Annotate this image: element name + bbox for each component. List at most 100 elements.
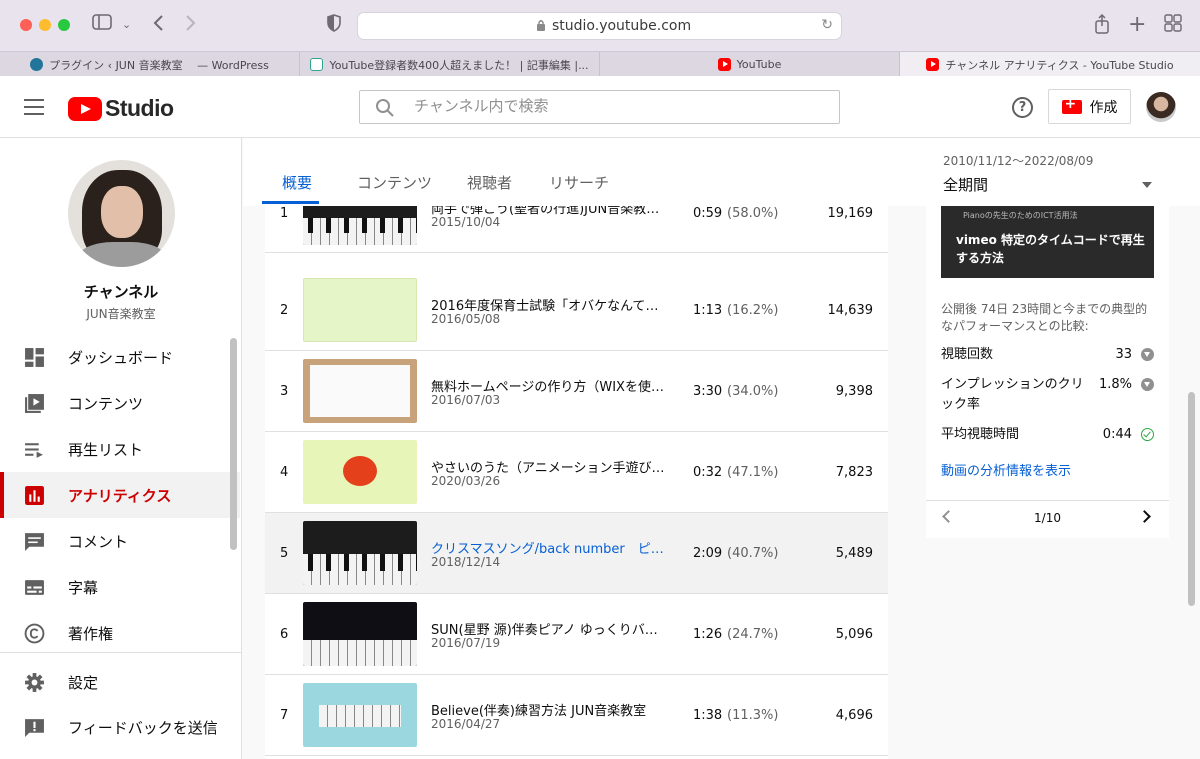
browser-tab-strip: プラグイン ‹ JUN 音楽教室 — WordPress YouTube登録者数…: [0, 51, 1200, 77]
analytics-tabs: 概要 コンテンツ 視聴者 リサーチ 2010/11/12〜2022/08/09 …: [243, 138, 1200, 206]
sidebar-item-label: コメント: [68, 532, 129, 551]
avg-view-percent: (47.1%): [727, 465, 779, 480]
latest-video-thumbnail[interactable]: Pianoの先生のためのICT活用法 vimeo 特定のタイムコードで再生する方…: [941, 206, 1154, 278]
avg-view-percent: (16.2%): [727, 303, 779, 318]
table-row[interactable]: 5 クリスマスソング/back number ピアノ... 2018/12/14…: [265, 513, 888, 594]
sidebar-item-subtitles[interactable]: 字幕: [0, 564, 240, 610]
comparison-description: 公開後 74日 23時間と今までの典型的なパフォーマンスとの比較:: [941, 302, 1148, 333]
forward-icon[interactable]: [185, 14, 197, 38]
table-row[interactable]: 2 2016年度保育士試験「オバケなんてない... 2016/05/08 1:1…: [265, 270, 888, 351]
youtube-studio-logo[interactable]: Studio: [68, 95, 174, 122]
view-count: 14,639: [827, 303, 874, 318]
avg-view-percent: (40.7%): [727, 546, 779, 561]
close-window-button[interactable]: [20, 19, 32, 31]
share-icon[interactable]: [1094, 13, 1110, 40]
dashboard-icon: [25, 347, 44, 367]
thumbnail-caption: Pianoの先生のためのICT活用法: [963, 211, 1078, 220]
channel-search[interactable]: [359, 90, 840, 124]
metric-value: 1.8%: [1098, 377, 1132, 392]
latest-video-title: vimeo 特定のタイムコードで再生する方法: [956, 233, 1145, 265]
chevron-down-icon[interactable]: ⌄: [122, 14, 131, 36]
avg-view-percent: (24.7%): [727, 627, 779, 642]
main-scrollbar[interactable]: [1188, 392, 1195, 606]
view-count: 5,096: [835, 627, 873, 642]
main-content: 概要 コンテンツ 視聴者 リサーチ 2010/11/12〜2022/08/09 …: [243, 138, 1200, 759]
sidebar-item-content[interactable]: コンテンツ: [0, 380, 240, 426]
sidebar-item-label: フィードバックを送信: [68, 718, 218, 737]
sidebar-item-copyright[interactable]: 著作権: [0, 610, 240, 656]
tab-overview-icon[interactable]: [1164, 14, 1182, 38]
view-count: 19,169: [827, 206, 874, 221]
browser-tab-article-edit[interactable]: YouTube登録者数400人超えました！ | 記事編集 |...: [300, 52, 600, 77]
video-date: 2020/03/26: [431, 474, 501, 488]
sidebar-item-label: 再生リスト: [68, 440, 144, 459]
sidebar-item-comments[interactable]: コメント: [0, 518, 240, 564]
arrow-down-icon: [1141, 378, 1154, 391]
copyright-icon: [24, 623, 45, 643]
dropdown-arrow-icon: [1142, 182, 1152, 188]
date-range-selector[interactable]: 2010/11/12〜2022/08/09 全期間: [943, 152, 1163, 194]
back-icon[interactable]: [152, 14, 164, 38]
table-row[interactable]: 1 両手で弾こう(聖者の行進)JUN音楽教室 ... 2015/10/04 0:…: [265, 206, 888, 253]
tab-audience[interactable]: 視聴者: [467, 172, 512, 193]
date-range-label: 全期間: [943, 176, 989, 194]
video-thumbnail[interactable]: [303, 278, 417, 342]
video-date: 2016/07/19: [431, 636, 501, 650]
video-thumbnail[interactable]: [303, 602, 417, 666]
video-thumbnail[interactable]: [303, 683, 417, 747]
new-tab-icon[interactable]: +: [1128, 14, 1146, 36]
document-icon: [310, 58, 324, 71]
comment-icon: [25, 532, 44, 551]
table-row[interactable]: 7 Believe(伴奏)練習方法 JUN音楽教室 2016/04/27 1:3…: [265, 675, 888, 756]
search-input[interactable]: [414, 97, 814, 115]
left-sidebar: チャンネル JUN音楽教室 ダッシュボード コンテンツ 再生リスト アナリティク…: [0, 138, 242, 759]
content-icon: [25, 393, 44, 413]
metric-views: 視聴回数 33: [941, 345, 1156, 365]
video-thumbnail[interactable]: [303, 359, 417, 423]
active-tab-indicator: [262, 201, 319, 204]
metric-avg-duration: 平均視聴時間 0:44: [941, 425, 1156, 445]
help-icon[interactable]: ?: [1012, 97, 1033, 118]
metric-label: インプレッションのクリック率: [941, 377, 1084, 412]
sidebar-item-analytics[interactable]: アナリティクス: [0, 472, 240, 518]
settings-icon: [25, 672, 44, 692]
browser-tab-youtube[interactable]: YouTube: [600, 52, 900, 77]
video-thumbnail[interactable]: [303, 440, 417, 504]
latest-video-card: Pianoの先生のためのICT活用法 vimeo 特定のタイムコードで再生する方…: [926, 206, 1169, 537]
fullscreen-window-button[interactable]: [58, 19, 70, 31]
sidebar-item-dashboard[interactable]: ダッシュボード: [0, 334, 240, 380]
tab-overview[interactable]: 概要: [282, 172, 312, 193]
account-avatar[interactable]: [1146, 92, 1176, 122]
minimize-window-button[interactable]: [39, 19, 51, 31]
analytics-icon: [25, 485, 44, 505]
channel-name: JUN音楽教室: [86, 307, 156, 321]
privacy-shield-icon[interactable]: [327, 14, 341, 38]
table-row[interactable]: 4 やさいのうた（アニメーション手遊び歌... 2020/03/26 0:32 …: [265, 432, 888, 513]
video-thumbnail[interactable]: [303, 206, 417, 245]
sidebar-toggle-icon[interactable]: [92, 14, 112, 36]
menu-icon[interactable]: [24, 99, 44, 115]
date-range-dates: 2010/11/12〜2022/08/09: [943, 154, 1094, 168]
sidebar-scrollbar[interactable]: [230, 338, 237, 550]
browser-tab-analytics[interactable]: チャンネル アナリティクス - YouTube Studio: [900, 52, 1200, 77]
sidebar-item-settings[interactable]: 設定: [0, 659, 240, 705]
video-thumbnail[interactable]: [303, 521, 417, 585]
browser-tab-wordpress[interactable]: プラグイン ‹ JUN 音楽教室 — WordPress: [0, 52, 300, 77]
tab-research[interactable]: リサーチ: [549, 172, 609, 193]
channel-avatar[interactable]: [68, 160, 175, 267]
tab-content[interactable]: コンテンツ: [357, 172, 432, 193]
address-bar[interactable]: studio.youtube.com ↻: [357, 12, 842, 40]
table-row[interactable]: 6 SUN(星野 源)伴奏ピアノ ゆっくりバージ... 2016/07/19 1…: [265, 594, 888, 675]
browser-tab-label: YouTube登録者数400人超えました！ | 記事編集 |...: [329, 58, 589, 72]
sidebar-item-label: アナリティクス: [68, 486, 172, 505]
view-video-analytics-link[interactable]: 動画の分析情報を表示: [941, 460, 1071, 479]
feedback-icon: [25, 718, 44, 737]
lock-icon: [537, 20, 545, 31]
table-row[interactable]: 3 無料ホームページの作り方（WIXを使っ... 2016/07/03 3:30…: [265, 351, 888, 432]
reload-icon[interactable]: ↻: [821, 17, 833, 33]
sidebar-item-playlists[interactable]: 再生リスト: [0, 426, 240, 472]
avg-view-duration: 0:32: [693, 465, 723, 480]
create-button[interactable]: 作成: [1048, 89, 1131, 124]
sidebar-item-feedback[interactable]: フィードバックを送信: [0, 704, 240, 750]
browser-chrome: ⌄ studio.youtube.com ↻ + プラグイン ‹ JUN 音楽教…: [0, 0, 1200, 77]
